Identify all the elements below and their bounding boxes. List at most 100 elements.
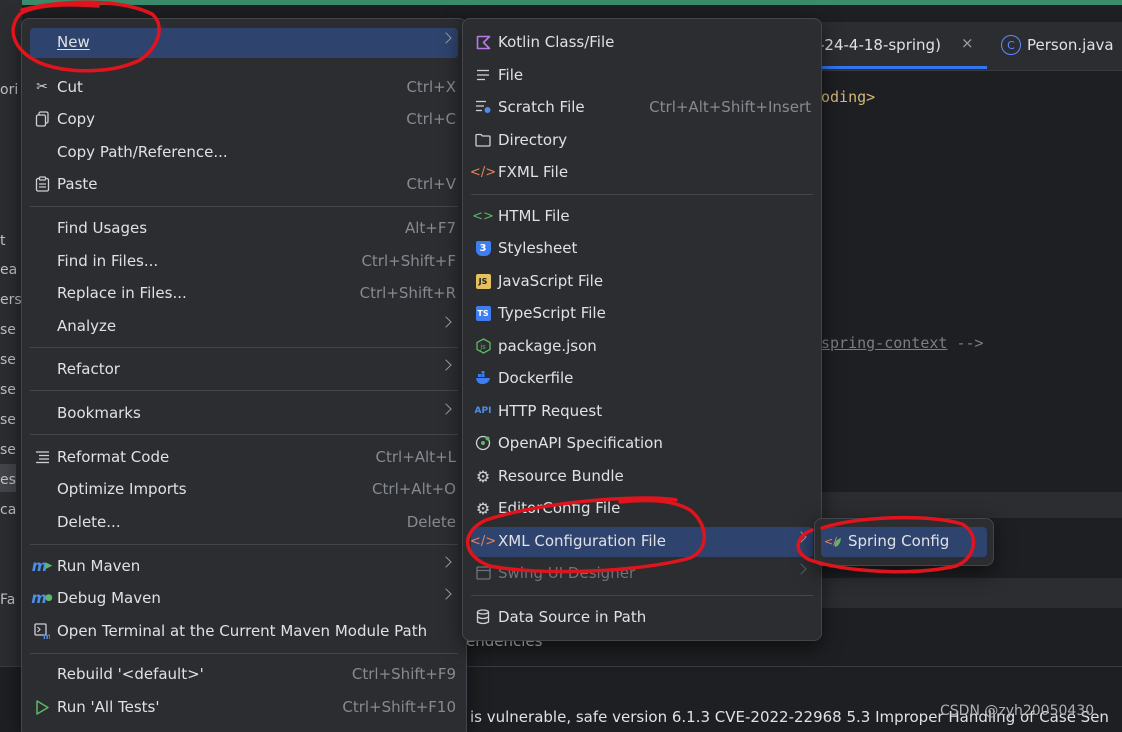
menu-item-label: Optimize Imports (57, 480, 187, 498)
submenu-item-swing-ui[interactable]: Swing UI Designer (471, 559, 813, 589)
database-icon (473, 607, 493, 627)
code-comment-end: --> (947, 334, 984, 352)
clipboard-icon (32, 174, 52, 194)
menu-item-run-maven[interactable]: m ▶ Run Maven (30, 552, 458, 582)
menu-item-debug-maven[interactable]: m ● Debug Maven (30, 584, 458, 614)
menu-item-replace-in-files[interactable]: Replace in Files... Ctrl+Shift+R (30, 279, 458, 309)
menu-item-label: Scratch File (498, 98, 585, 116)
menu-item-label: XML Configuration File (498, 532, 666, 550)
menu-item-label: OpenAPI Specification (498, 434, 663, 452)
tree-fragment: ori (0, 82, 19, 98)
submenu-item-typescript[interactable]: TS TypeScript File (471, 299, 813, 329)
editor-breadcrumb (815, 492, 1122, 518)
submenu-item-resource-bundle[interactable]: ⚙ Resource Bundle (471, 462, 813, 492)
tree-fragment: es (0, 472, 16, 488)
menu-item-label: package.json (498, 337, 597, 355)
submenu-item-xml-configuration[interactable]: </> XML Configuration File (469, 527, 813, 557)
chevron-right-icon (440, 32, 452, 44)
typescript-icon: TS (473, 303, 493, 323)
submenu-item-editorconfig[interactable]: ⚙ EditorConfig File (471, 494, 813, 524)
tree-fragment: ers (0, 292, 22, 308)
submenu-item-spring-config[interactable]: </ Spring Config (821, 527, 987, 557)
menu-item-label: HTML File (498, 207, 570, 225)
shortcut: Ctrl+Shift+R (359, 284, 456, 302)
code-editor[interactable]: oding> spring-context --> (815, 71, 1122, 491)
tree-fragment: se (0, 382, 16, 398)
shortcut: Ctrl+C (406, 110, 456, 128)
menu-item-label: Dockerfile (498, 369, 574, 387)
menu-item-label: Run Maven (57, 557, 141, 575)
new-submenu: Kotlin Class/File File Scratch File Ctrl… (462, 18, 822, 641)
terminal-icon: m (32, 621, 52, 641)
menu-item-label: Copy (57, 110, 96, 128)
menu-item-copy-path[interactable]: Copy Path/Reference... (30, 138, 458, 168)
menu-item-label: Data Source in Path (498, 608, 647, 626)
tree-fragment: ea (0, 262, 18, 278)
menu-item-label: Find in Files... (57, 252, 159, 270)
menu-item-bookmarks[interactable]: Bookmarks (30, 399, 458, 429)
menu-item-label: Resource Bundle (498, 467, 624, 485)
submenu-item-package-json[interactable]: js package.json (471, 332, 813, 362)
editor-tab-bar: -24-4-18-spring) × C Person.java (815, 22, 1122, 71)
submenu-item-fxml[interactable]: </> FXML File (469, 158, 813, 188)
api-icon: API (474, 406, 492, 416)
menu-item-rebuild[interactable]: Rebuild '<default>' Ctrl+Shift+F9 (30, 660, 458, 690)
window-top-strip (0, 0, 1122, 5)
submenu-item-file[interactable]: File (471, 61, 813, 91)
menu-item-reformat-code[interactable]: Reformat Code Ctrl+Alt+L (30, 443, 458, 473)
submenu-item-http-request[interactable]: API HTTP Request (471, 397, 813, 427)
submenu-item-javascript[interactable]: JS JavaScript File (471, 267, 813, 297)
file-icon (473, 65, 493, 85)
svg-text:m: m (43, 632, 50, 639)
menu-separator (471, 595, 813, 596)
menu-item-open-terminal[interactable]: m Open Terminal at the Current Maven Mod… (30, 617, 458, 647)
menu-item-refactor[interactable]: Refactor (30, 355, 458, 385)
menu-item-delete[interactable]: Delete... Delete (30, 508, 458, 538)
chevron-right-icon (795, 531, 807, 543)
menu-item-find-in-files[interactable]: Find in Files... Ctrl+Shift+F (30, 247, 458, 277)
submenu-item-data-source[interactable]: Data Source in Path (471, 603, 813, 633)
menu-item-new[interactable]: New (30, 28, 458, 58)
submenu-item-scratch[interactable]: Scratch File Ctrl+Alt+Shift+Insert (471, 93, 813, 123)
tab-person-java[interactable]: Person.java (1027, 36, 1114, 54)
submenu-item-stylesheet[interactable]: 3 Stylesheet (471, 234, 813, 264)
context-menu: New ✂ Cut Ctrl+X Copy Ctrl+C Copy Path/R… (21, 18, 467, 732)
tree-fragment: se (0, 442, 16, 458)
tab-close-icon[interactable]: × (961, 34, 974, 52)
menu-item-label: FXML File (498, 163, 569, 181)
css-icon: 3 (473, 238, 493, 258)
tab-project-xml[interactable]: -24-4-18-spring) (819, 36, 941, 54)
menu-item-label: Debug Maven (57, 589, 161, 607)
menu-item-label: Copy Path/Reference... (57, 143, 228, 161)
menu-item-label: Reformat Code (57, 448, 170, 466)
watermark: CSDN @zyh20050430 (940, 703, 1095, 719)
submenu-item-directory[interactable]: Directory (471, 126, 813, 156)
kotlin-icon (473, 32, 493, 52)
code-link[interactable]: spring-context (821, 334, 947, 352)
tree-fragment: se (0, 352, 16, 368)
scratch-file-icon (473, 97, 493, 117)
menu-item-label: Find Usages (57, 219, 148, 237)
submenu-item-dockerfile[interactable]: Dockerfile (471, 364, 813, 394)
chevron-right-icon (440, 316, 452, 328)
menu-item-analyze[interactable]: Analyze (30, 312, 458, 342)
menu-item-label: Refactor (57, 360, 120, 378)
xml-icon: </> (469, 533, 497, 549)
active-tab-indicator (815, 66, 987, 69)
menu-item-find-usages[interactable]: Find Usages Alt+F7 (30, 214, 458, 244)
menu-item-label: New (57, 33, 90, 51)
menu-item-label: TypeScript File (498, 304, 606, 322)
submenu-item-kotlin[interactable]: Kotlin Class/File (471, 28, 813, 58)
gear-icon: ⚙ (475, 466, 491, 486)
nodejs-icon: js (473, 336, 493, 356)
menu-separator (30, 434, 458, 435)
menu-item-cut[interactable]: ✂ Cut Ctrl+X (30, 73, 458, 103)
fxml-icon: </> (469, 164, 497, 180)
menu-item-run-all-tests[interactable]: Run 'All Tests' Ctrl+Shift+F10 (30, 693, 458, 723)
menu-item-optimize-imports[interactable]: Optimize Imports Ctrl+Alt+O (30, 475, 458, 505)
menu-item-copy[interactable]: Copy Ctrl+C (30, 105, 458, 135)
menu-item-paste[interactable]: Paste Ctrl+V (30, 170, 458, 200)
submenu-item-html[interactable]: <> HTML File (471, 202, 813, 232)
menu-item-label: Analyze (57, 317, 117, 335)
submenu-item-openapi[interactable]: OpenAPI Specification (471, 429, 813, 459)
